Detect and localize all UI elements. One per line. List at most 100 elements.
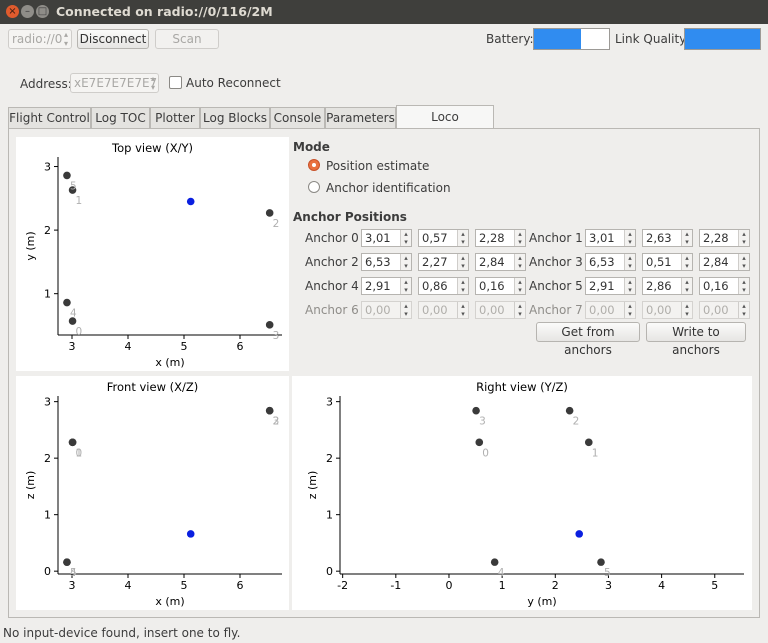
maximize-icon[interactable]: □ — [36, 5, 49, 18]
anchor-7-x-spinbox[interactable]: 0,00 ▴ ▾ — [585, 301, 636, 319]
anchor-4-z-spinbox[interactable]: 0,16 ▴ ▾ — [475, 277, 526, 295]
anchor-7-y-value: 0,00 — [646, 303, 672, 317]
anchor-point — [68, 438, 77, 447]
spin-arrows-icon[interactable]: ▴ ▾ — [681, 302, 692, 318]
anchor-0-x-spinbox[interactable]: 3,01 ▴ ▾ — [361, 229, 412, 247]
anchor-point — [472, 406, 480, 415]
anchor-5-z-spinbox[interactable]: 0,16 ▴ ▾ — [699, 277, 750, 295]
spin-arrows-icon[interactable]: ▴ ▾ — [738, 254, 749, 270]
anchor-5-x-spinbox[interactable]: 2,91 ▴ ▾ — [585, 277, 636, 295]
interface-combo[interactable]: radio://0 ▴ ▾ — [8, 29, 72, 49]
y-tick-label: 1 — [44, 509, 51, 522]
anchor-6-y-value: 0,00 — [422, 303, 448, 317]
right-view-plot: Right view (Y/Z) -2 -1 0 1 2 3 4 5 0 1 2 3 y (m) z (m)… — [292, 376, 752, 610]
anchor-point-label: 2 — [273, 218, 280, 230]
spin-arrows-icon[interactable]: ▴ ▾ — [514, 230, 525, 246]
y-axis-label: z (m) — [24, 471, 37, 500]
close-icon[interactable]: × — [6, 5, 19, 18]
spin-arrows-icon[interactable]: ▴ ▾ — [400, 230, 411, 246]
anchor-point-label: 3 — [273, 416, 280, 428]
anchor-1-y-value: 2,63 — [646, 231, 672, 245]
write-to-anchors-button[interactable]: Write to anchors — [646, 322, 746, 357]
spin-arrows-icon[interactable]: ▴ ▾ — [457, 254, 468, 270]
spin-arrows-icon[interactable]: ▴ ▾ — [681, 254, 692, 270]
anchor-4-z-value: 0,16 — [479, 279, 505, 293]
anchor-3-y-spinbox[interactable]: 0,51 ▴ ▾ — [642, 253, 693, 271]
spin-arrows-icon[interactable]: ▴ ▾ — [681, 278, 692, 294]
spin-arrows-icon[interactable]: ▴ ▾ — [738, 302, 749, 318]
spin-arrows-icon[interactable]: ▴ ▾ — [624, 230, 635, 246]
address-input[interactable]: xE7E7E7E7E7 ▴ ▾ — [70, 73, 159, 93]
anchor-4-y-spinbox[interactable]: 0,86 ▴ ▾ — [418, 277, 469, 295]
anchor-6-y-spinbox[interactable]: 0,00 ▴ ▾ — [418, 301, 469, 319]
anchor-0-z-spinbox[interactable]: 2,28 ▴ ▾ — [475, 229, 526, 247]
anchor-2-y-spinbox[interactable]: 2,27 ▴ ▾ — [418, 253, 469, 271]
spin-arrows-icon[interactable]: ▴ ▾ — [514, 302, 525, 318]
spin-arrows-icon[interactable]: ▴ ▾ — [457, 230, 468, 246]
minimize-icon[interactable]: – — [21, 5, 34, 18]
interface-combo-value: radio://0 — [12, 32, 63, 46]
tab-plotter[interactable]: Plotter — [150, 107, 200, 128]
y-axis-label: z (m) — [306, 471, 319, 500]
scan-button[interactable]: Scan — [155, 29, 219, 49]
spin-arrows-icon[interactable]: ▴ ▾ — [457, 302, 468, 318]
tab-loco-positioning[interactable]: Loco Positioning — [396, 105, 494, 146]
anchor-point-label: 1 — [76, 195, 83, 207]
anchor-identification-radio[interactable] — [308, 181, 320, 193]
x-tick-label: 4 — [125, 579, 132, 592]
anchor-3-z-spinbox[interactable]: 2,84 ▴ ▾ — [699, 253, 750, 271]
updown-icon: ▴ ▾ — [63, 30, 68, 48]
x-tick-label: 3 — [69, 340, 76, 353]
tab-flight-control[interactable]: Flight Control — [8, 107, 91, 128]
anchor-7-x-value: 0,00 — [589, 303, 615, 317]
anchor-3-x-spinbox[interactable]: 6,53 ▴ ▾ — [585, 253, 636, 271]
spin-arrows-icon[interactable]: ▴ ▾ — [457, 278, 468, 294]
anchor-7-z-spinbox[interactable]: 0,00 ▴ ▾ — [699, 301, 750, 319]
position-estimate-radio[interactable] — [308, 159, 320, 171]
tab-console[interactable]: Console — [270, 107, 325, 128]
spin-arrows-icon[interactable]: ▴ ▾ — [681, 230, 692, 246]
anchor-5-x-value: 2,91 — [589, 279, 615, 293]
link-quality-bar-fill — [685, 29, 760, 49]
spin-arrows-icon[interactable]: ▴ ▾ — [400, 278, 411, 294]
x-tick-label: 2 — [552, 579, 559, 592]
get-from-anchors-button[interactable]: Get from anchors — [536, 322, 640, 357]
anchor-point-label: 0 — [482, 447, 489, 459]
spin-arrows-icon[interactable]: ▴ ▾ — [738, 278, 749, 294]
anchor-2-x-spinbox[interactable]: 6,53 ▴ ▾ — [361, 253, 412, 271]
battery-bar — [533, 28, 610, 50]
anchor-5-y-spinbox[interactable]: 2,86 ▴ ▾ — [642, 277, 693, 295]
auto-reconnect-checkbox[interactable] — [169, 76, 182, 89]
anchor-1-y-spinbox[interactable]: 2,63 ▴ ▾ — [642, 229, 693, 247]
x-axis-label: y (m) — [527, 595, 556, 608]
anchor-0-y-spinbox[interactable]: 0,57 ▴ ▾ — [418, 229, 469, 247]
anchor-2-z-spinbox[interactable]: 2,84 ▴ ▾ — [475, 253, 526, 271]
y-tick-label: 3 — [44, 396, 51, 409]
disconnect-button[interactable]: Disconnect — [77, 29, 149, 49]
anchor-5-label: Anchor 5 — [529, 279, 583, 293]
anchor-4-x-spinbox[interactable]: 2,91 ▴ ▾ — [361, 277, 412, 295]
anchor-3-label: Anchor 3 — [529, 255, 583, 269]
anchor-6-x-spinbox[interactable]: 0,00 ▴ ▾ — [361, 301, 412, 319]
tab-parameters[interactable]: Parameters — [325, 107, 396, 128]
anchor-6-z-spinbox[interactable]: 0,00 ▴ ▾ — [475, 301, 526, 319]
anchor-7-y-spinbox[interactable]: 0,00 ▴ ▾ — [642, 301, 693, 319]
tab-log-blocks[interactable]: Log Blocks — [200, 107, 270, 128]
spin-arrows-icon[interactable]: ▴ ▾ — [514, 254, 525, 270]
spin-arrows-icon[interactable]: ▴ ▾ — [624, 254, 635, 270]
spin-arrows-icon[interactable]: ▴ ▾ — [400, 254, 411, 270]
anchor-1-z-spinbox[interactable]: 2,28 ▴ ▾ — [699, 229, 750, 247]
spin-arrows-icon[interactable]: ▴ ▾ — [400, 302, 411, 318]
spin-arrows-icon[interactable]: ▴ ▾ — [514, 278, 525, 294]
anchor-4-y-value: 0,86 — [422, 279, 448, 293]
anchor-1-x-spinbox[interactable]: 3,01 ▴ ▾ — [585, 229, 636, 247]
spin-arrows-icon[interactable]: ▴ ▾ — [624, 302, 635, 318]
spin-arrows-icon[interactable]: ▴ ▾ — [738, 230, 749, 246]
anchor-0-y-value: 0,57 — [422, 231, 448, 245]
y-tick-label: 2 — [44, 452, 51, 465]
y-tick-label: 0 — [326, 565, 333, 578]
spin-arrows-icon[interactable]: ▴ ▾ — [624, 278, 635, 294]
battery-label: Battery: — [486, 32, 534, 46]
tab-log-toc[interactable]: Log TOC — [91, 107, 150, 128]
anchor-7-z-value: 0,00 — [703, 303, 729, 317]
